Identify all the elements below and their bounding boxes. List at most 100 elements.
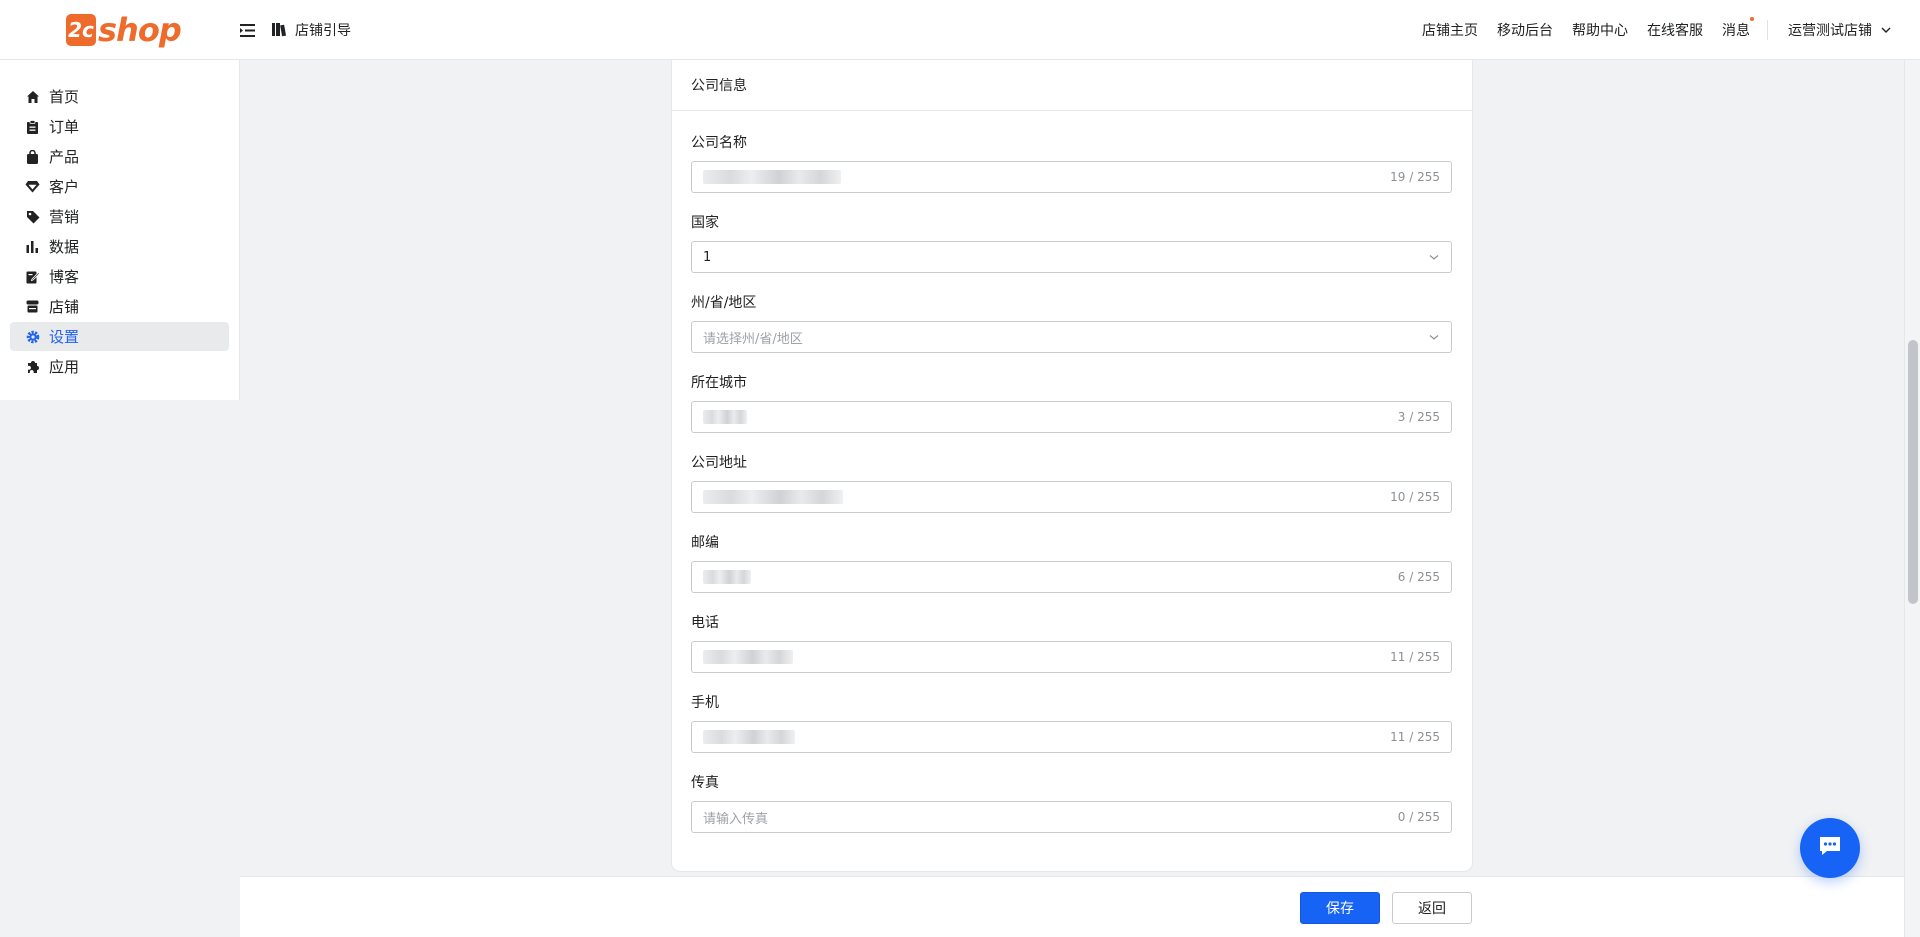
sidebar-item-settings[interactable]: 设置 xyxy=(10,322,229,351)
field-label: 所在城市 xyxy=(691,375,747,391)
blurred-value xyxy=(703,410,1398,425)
scrollbar-thumb[interactable] xyxy=(1908,340,1918,604)
back-button[interactable]: 返回 xyxy=(1392,892,1472,924)
mobile-input[interactable]: 11 / 255 xyxy=(691,721,1452,753)
book-icon xyxy=(272,22,288,38)
store-selector[interactable]: 运营测试店铺 xyxy=(1788,20,1892,40)
sidebar-item-label: 订单 xyxy=(49,118,80,136)
logo-mark: 2c xyxy=(66,14,96,46)
field-label: 传真 xyxy=(691,775,719,791)
top-link-online-support[interactable]: 在线客服 xyxy=(1647,20,1703,40)
field-label: 公司名称 xyxy=(691,135,747,151)
address-input[interactable]: 10 / 255 xyxy=(691,481,1452,513)
sidebar-item-marketing[interactable]: 营销 xyxy=(10,202,229,231)
top-link-messages[interactable]: 消息 xyxy=(1722,17,1754,40)
mobile-field: 手机 11 / 255 xyxy=(691,693,1452,753)
sidebar-item-label: 数据 xyxy=(49,238,80,256)
top-link-mobile-admin[interactable]: 移动后台 xyxy=(1497,20,1553,40)
store-guide-link[interactable]: 店铺引导 xyxy=(272,18,351,42)
select-placeholder: 请选择州/省/地区 xyxy=(703,331,803,347)
save-button[interactable]: 保存 xyxy=(1300,892,1380,924)
field-label: 公司地址 xyxy=(691,455,747,471)
clipboard-icon xyxy=(25,119,40,134)
field-label: 电话 xyxy=(691,615,719,631)
tag-icon xyxy=(25,209,40,224)
company-info-card: 公司信息 公司名称 19 / 255 国家 1 州/省/地区 请选择州/省/地区… xyxy=(672,60,1472,871)
char-counter: 6 / 255 xyxy=(1397,570,1440,584)
city-field: 所在城市 3 / 255 xyxy=(691,373,1452,433)
sidebar-item-products[interactable]: 产品 xyxy=(10,142,229,171)
puzzle-icon xyxy=(25,359,40,374)
store-icon xyxy=(25,299,40,314)
fax-field: 传真 请输入传真 0 / 255 xyxy=(691,773,1452,833)
chevron-down-icon xyxy=(1428,331,1440,343)
sidebar-item-home[interactable]: 首页 xyxy=(10,82,229,111)
top-nav: 店铺主页 移动后台 帮助中心 在线客服 消息 运营测试店铺 xyxy=(1422,0,1920,60)
field-label: 邮编 xyxy=(691,535,719,551)
phone-input[interactable]: 11 / 255 xyxy=(691,641,1452,673)
sidebar-item-label: 设置 xyxy=(49,328,80,346)
sidebar-item-orders[interactable]: 订单 xyxy=(10,112,229,141)
blurred-value xyxy=(703,170,1390,185)
top-header: 2c shop 店铺引导 店铺主页 移动后台 帮助中心 在线客服 消息 运营测试… xyxy=(0,0,1920,60)
blurred-value xyxy=(703,570,1398,585)
home-icon xyxy=(25,89,40,104)
menu-toggle-icon[interactable] xyxy=(238,18,256,42)
field-label: 手机 xyxy=(691,695,719,711)
sidebar-item-label: 客户 xyxy=(49,178,80,196)
sidebar-item-label: 首页 xyxy=(49,88,80,106)
scrollbar-track[interactable] xyxy=(1904,60,1920,937)
sidebar-item-analytics[interactable]: 数据 xyxy=(10,232,229,261)
city-input[interactable]: 3 / 255 xyxy=(691,401,1452,433)
top-link-store-home[interactable]: 店铺主页 xyxy=(1422,20,1478,40)
char-counter: 10 / 255 xyxy=(1390,490,1440,504)
sidebar-item-apps[interactable]: 应用 xyxy=(10,352,229,381)
selected-value: 1 xyxy=(703,249,712,265)
bag-icon xyxy=(25,149,40,164)
company-name-field: 公司名称 19 / 255 xyxy=(691,133,1452,193)
sidebar-item-customers[interactable]: 客户 xyxy=(10,172,229,201)
country-select[interactable]: 1 xyxy=(691,241,1452,273)
fax-input[interactable]: 请输入传真 0 / 255 xyxy=(691,801,1452,833)
chevron-down-icon xyxy=(1428,251,1440,263)
char-counter: 3 / 255 xyxy=(1397,410,1440,424)
sidebar-item-label: 店铺 xyxy=(49,298,80,316)
brand-logo[interactable]: 2c shop xyxy=(66,11,182,49)
chat-button[interactable] xyxy=(1800,818,1860,878)
sidebar-item-label: 博客 xyxy=(49,268,80,286)
zip-field: 邮编 6 / 255 xyxy=(691,533,1452,593)
card-title: 公司信息 xyxy=(672,60,1472,111)
store-name: 运营测试店铺 xyxy=(1788,23,1872,39)
gear-icon xyxy=(25,329,40,344)
sidebar-item-label: 产品 xyxy=(49,148,80,166)
sidebar-item-blog[interactable]: 博客 xyxy=(10,262,229,291)
country-field: 国家 1 xyxy=(691,213,1452,273)
edit-icon xyxy=(25,269,40,284)
field-label: 州/省/地区 xyxy=(691,295,757,311)
phone-field: 电话 11 / 255 xyxy=(691,613,1452,673)
messages-label: 消息 xyxy=(1722,23,1750,39)
input-placeholder: 请输入传真 xyxy=(703,811,769,827)
footer-action-bar: 保存 返回 xyxy=(240,876,1904,937)
state-select[interactable]: 请选择州/省/地区 xyxy=(691,321,1452,353)
state-field: 州/省/地区 请选择州/省/地区 xyxy=(691,293,1452,353)
sidebar-item-label: 营销 xyxy=(49,208,80,226)
company-name-input[interactable]: 19 / 255 xyxy=(691,161,1452,193)
top-link-help-center[interactable]: 帮助中心 xyxy=(1572,20,1628,40)
char-counter: 19 / 255 xyxy=(1390,170,1440,184)
address-field: 公司地址 10 / 255 xyxy=(691,453,1452,513)
diamond-icon xyxy=(25,179,40,194)
char-counter: 0 / 255 xyxy=(1397,810,1440,824)
char-counter: 11 / 255 xyxy=(1390,650,1440,664)
zip-input[interactable]: 6 / 255 xyxy=(691,561,1452,593)
chat-icon xyxy=(1818,835,1842,861)
header-divider xyxy=(1767,20,1768,40)
sidebar-item-store[interactable]: 店铺 xyxy=(10,292,229,321)
chevron-down-icon xyxy=(1880,24,1892,36)
notification-dot xyxy=(1750,17,1754,21)
sidebar-item-label: 应用 xyxy=(49,358,80,376)
blurred-value xyxy=(703,490,1390,505)
bar-chart-icon xyxy=(25,239,40,254)
blurred-value xyxy=(703,650,1390,665)
guide-label: 店铺引导 xyxy=(295,23,351,39)
